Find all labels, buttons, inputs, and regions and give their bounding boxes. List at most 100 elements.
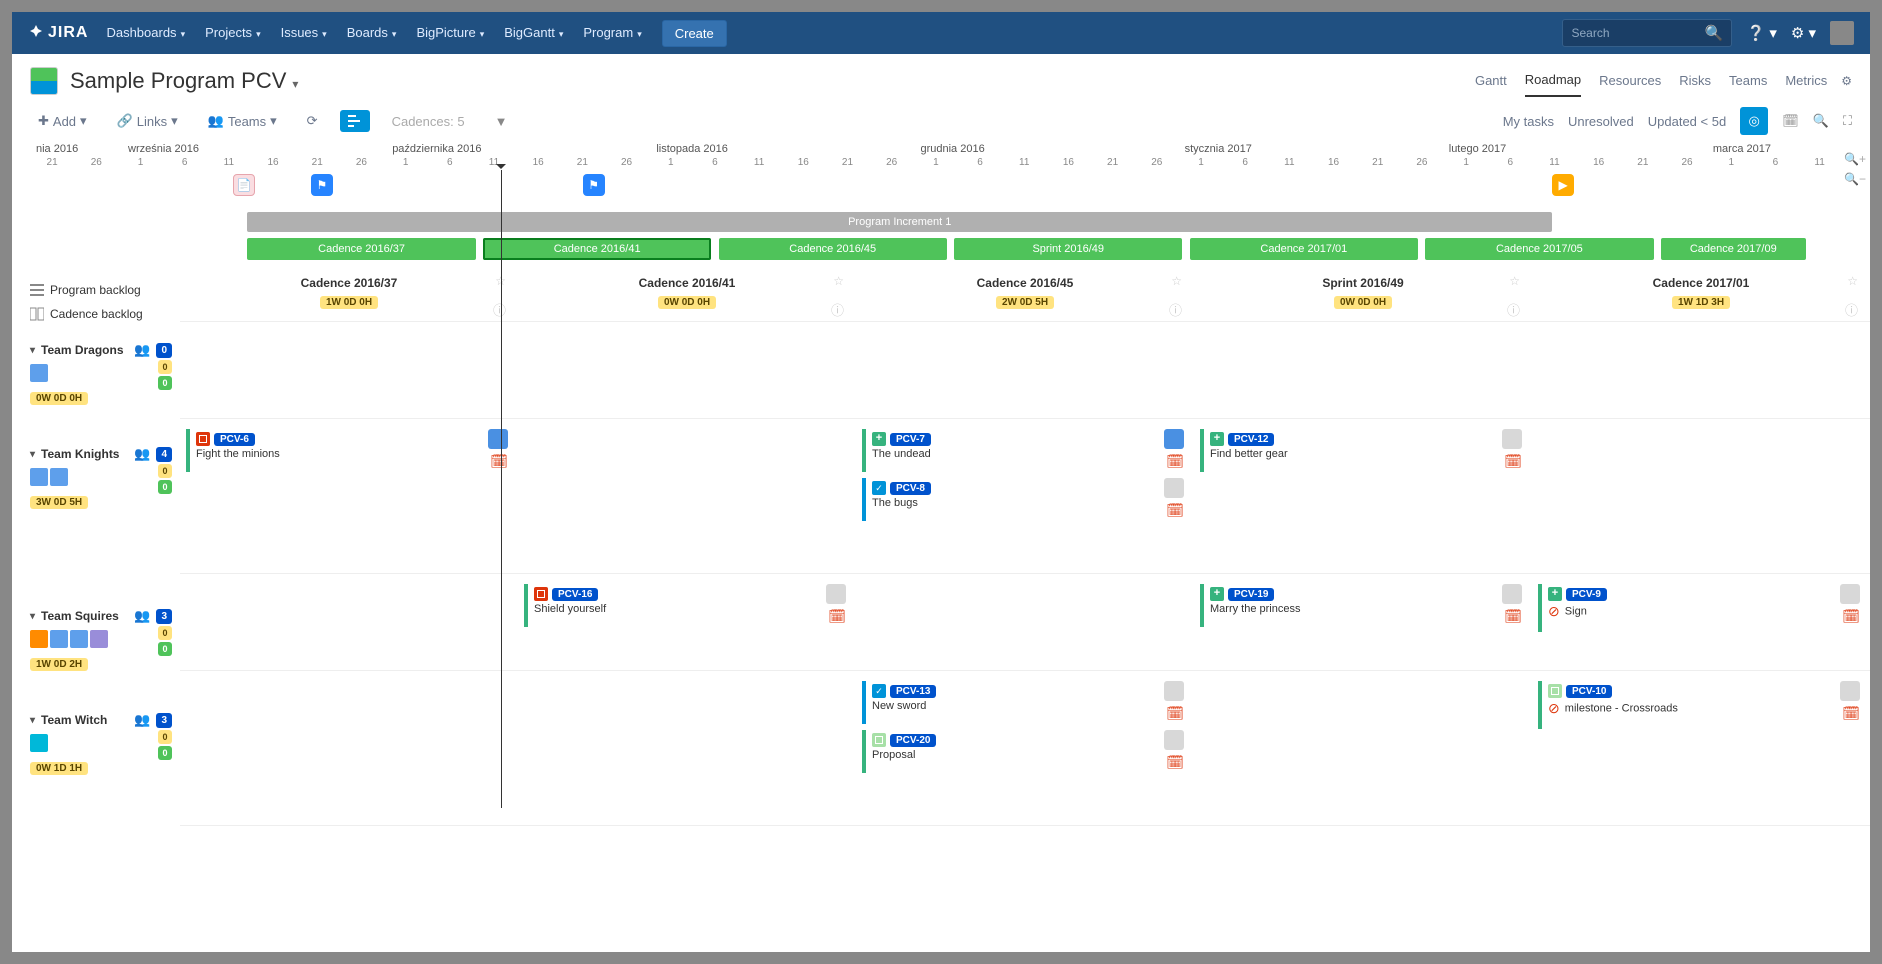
project-icon[interactable] <box>30 67 58 95</box>
lane-cell[interactable] <box>518 425 856 571</box>
issue-card[interactable]: PCV-19Marry the princess🗓 <box>1200 584 1526 627</box>
tab-resources[interactable]: Resources <box>1599 65 1661 96</box>
cadence-bar[interactable]: Cadence 2016/41 <box>483 238 711 260</box>
links-button[interactable]: 🔗 Links ▾ <box>109 109 186 133</box>
cadence-column-header[interactable]: Cadence 2016/45☆2W 0D 5Hⓘ <box>856 270 1194 319</box>
issue-key[interactable]: PCV-9 <box>1566 588 1607 601</box>
lane-cell[interactable]: PCV-9!⊘ Sign🗓 <box>1532 580 1870 668</box>
team-header[interactable]: ▾ Team Squires👥3 <box>30 608 172 624</box>
assignee-avatar[interactable] <box>1164 681 1184 701</box>
page-title[interactable]: Sample Program PCV▾ <box>70 68 298 94</box>
assignee-avatar[interactable] <box>1164 429 1184 449</box>
cadence-column-header[interactable]: Cadence 2016/41☆0W 0D 0Hⓘ <box>518 270 856 319</box>
member-avatar[interactable] <box>50 630 68 648</box>
team-header[interactable]: ▾ Team Witch👥3 <box>30 712 172 728</box>
issue-key[interactable]: PCV-7 <box>890 433 931 446</box>
member-avatar[interactable] <box>50 468 68 486</box>
info-icon[interactable]: ⓘ <box>831 300 844 319</box>
issue-card[interactable]: PCV-6Fight the minions🗓 <box>186 429 512 472</box>
lane-cell[interactable] <box>856 328 1194 416</box>
assignee-avatar[interactable] <box>1164 478 1184 498</box>
issue-card[interactable]: PCV-16Shield yourself🗓 <box>524 584 850 627</box>
cadence-column-header[interactable]: Cadence 2016/37☆1W 0D 0Hⓘ <box>180 270 518 319</box>
lane-cell[interactable] <box>180 328 518 416</box>
assignee-avatar[interactable] <box>488 429 508 449</box>
member-avatar[interactable] <box>70 630 88 648</box>
menu-program[interactable]: Program▾ <box>573 12 651 54</box>
cadence-column-header[interactable]: Cadence 2017/01☆1W 1D 3Hⓘ <box>1532 270 1870 319</box>
filter-my-tasks[interactable]: My tasks <box>1503 114 1554 129</box>
search-icon[interactable]: 🔍 <box>1705 24 1724 42</box>
menu-bigpicture[interactable]: BigPicture▾ <box>406 12 494 54</box>
program-increment-bar[interactable]: Program Increment 1 <box>247 212 1552 232</box>
issue-key[interactable]: PCV-8 <box>890 482 931 495</box>
issue-card[interactable]: PCV-8!The bugs🗓 <box>862 478 1188 521</box>
settings-icon[interactable]: ⚙ ▾ <box>1791 24 1816 42</box>
assignee-avatar[interactable] <box>1840 681 1860 701</box>
assignee-avatar[interactable] <box>826 584 846 604</box>
issue-key[interactable]: PCV-10 <box>1566 685 1612 698</box>
star-icon[interactable]: ☆ <box>1171 274 1182 288</box>
cadence-bar[interactable]: Cadence 2016/45 <box>719 238 947 260</box>
jira-logo[interactable]: JIRA <box>28 24 88 42</box>
lane-cell[interactable]: PCV-10⊘ milestone - Crossroads🗓 <box>1532 677 1870 823</box>
issue-key[interactable]: PCV-20 <box>890 734 936 747</box>
lane-cell[interactable]: PCV-7The undead🗓 PCV-8!The bugs🗓 <box>856 425 1194 571</box>
zoom-in-icon[interactable]: 🔍+ <box>1844 152 1866 166</box>
program-backlog-link[interactable]: Program backlog <box>30 278 172 302</box>
assignee-avatar[interactable] <box>1502 429 1522 449</box>
tab-risks[interactable]: Risks <box>1679 65 1711 96</box>
assignee-avatar[interactable] <box>1502 584 1522 604</box>
lane-cell[interactable]: PCV-13New sword🗓 PCV-20Proposal🗓 <box>856 677 1194 823</box>
lane-cell[interactable] <box>518 677 856 823</box>
filter-icon[interactable]: ▼ <box>487 110 516 133</box>
lane-cell[interactable] <box>856 580 1194 668</box>
tab-teams[interactable]: Teams <box>1729 65 1767 96</box>
team-header[interactable]: ▾ Team Knights👥4 <box>30 446 172 462</box>
lane-cell[interactable] <box>1194 677 1532 823</box>
cadence-bar[interactable]: Cadence 2016/37 <box>247 238 475 260</box>
search-in-view-icon[interactable]: 🔍 <box>1813 113 1829 129</box>
team-header[interactable]: ▾ Team Dragons👥0 <box>30 342 172 358</box>
lane-cell[interactable]: PCV-16Shield yourself🗓 <box>518 580 856 668</box>
page-settings-icon[interactable]: ⚙ <box>1841 74 1852 88</box>
teams-button[interactable]: 👥 Teams ▾ <box>200 109 285 133</box>
user-avatar[interactable] <box>1830 21 1854 45</box>
issue-key[interactable]: PCV-6 <box>214 433 255 446</box>
cadences-label[interactable]: Cadences: 5 <box>384 110 473 133</box>
lane-cell[interactable]: PCV-6Fight the minions🗓 <box>180 425 518 571</box>
cadence-bar[interactable]: Cadence 2017/09 <box>1661 238 1806 260</box>
issue-card[interactable]: PCV-7The undead🗓 <box>862 429 1188 472</box>
lane-cell[interactable] <box>518 328 856 416</box>
star-icon[interactable]: ☆ <box>833 274 844 288</box>
lane-cell[interactable] <box>1194 328 1532 416</box>
assignee-avatar[interactable] <box>1164 730 1184 750</box>
add-button[interactable]: ✚ Add ▾ <box>30 109 95 133</box>
marker-flag-icon[interactable]: ⚑ <box>583 174 605 196</box>
marker-play-icon[interactable]: ▶ <box>1552 174 1574 196</box>
cadence-backlog-link[interactable]: Cadence backlog <box>30 302 172 326</box>
menu-projects[interactable]: Projects▾ <box>195 12 271 54</box>
menu-boards[interactable]: Boards▾ <box>337 12 407 54</box>
cadence-bar[interactable]: Sprint 2016/49 <box>954 238 1182 260</box>
menu-biggantt[interactable]: BigGantt▾ <box>494 12 573 54</box>
cadence-bar[interactable]: Cadence 2017/01 <box>1190 238 1418 260</box>
member-avatar[interactable] <box>30 734 48 752</box>
member-avatar[interactable] <box>30 630 48 648</box>
issue-card[interactable]: PCV-9!⊘ Sign🗓 <box>1538 584 1864 632</box>
create-button[interactable]: Create <box>662 20 727 47</box>
filter-updated[interactable]: Updated < 5d <box>1648 114 1726 129</box>
member-avatar[interactable] <box>30 468 48 486</box>
info-icon[interactable]: ⓘ <box>1845 300 1858 319</box>
issue-card[interactable]: PCV-13New sword🗓 <box>862 681 1188 724</box>
search-input[interactable] <box>1571 26 1704 40</box>
gantt-view-icon[interactable] <box>340 110 370 132</box>
star-icon[interactable]: ☆ <box>1847 274 1858 288</box>
lane-cell[interactable] <box>1532 425 1870 571</box>
issue-key[interactable]: PCV-19 <box>1228 588 1274 601</box>
calendar-icon[interactable]: 🗓 <box>1782 113 1799 129</box>
search-box[interactable]: 🔍 <box>1562 19 1732 47</box>
member-avatar[interactable] <box>90 630 108 648</box>
issue-key[interactable]: PCV-13 <box>890 685 936 698</box>
issue-card[interactable]: PCV-20Proposal🗓 <box>862 730 1188 773</box>
